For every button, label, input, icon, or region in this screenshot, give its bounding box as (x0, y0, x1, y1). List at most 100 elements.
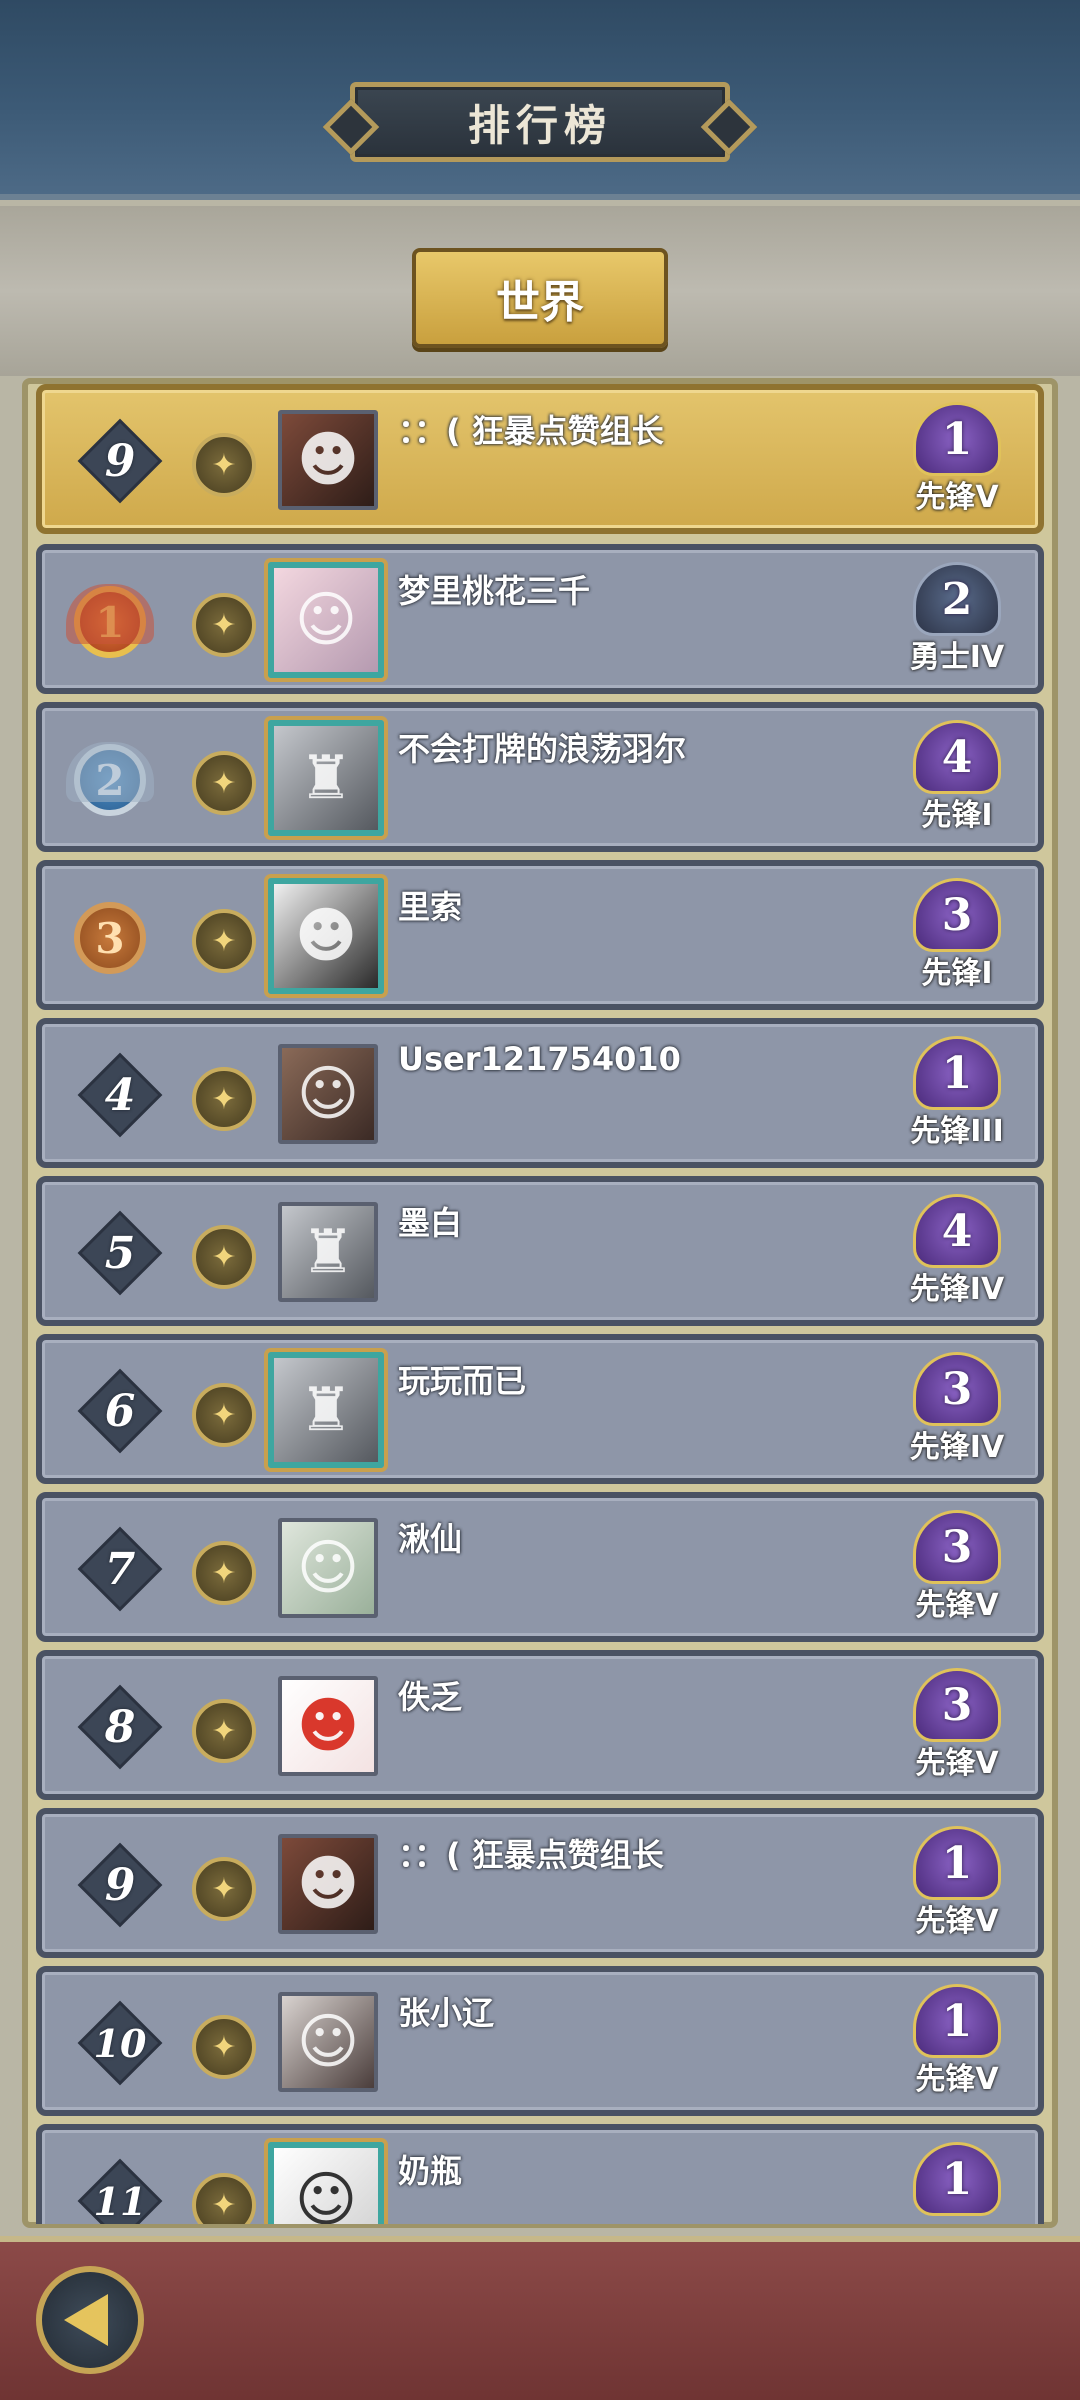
table-row[interactable]: 4 ✦ ☺ User121754010 1 先锋III (36, 1018, 1044, 1168)
tier-crest-icon: 3 (913, 1668, 1001, 1742)
rank-badge: 4 (82, 1057, 158, 1133)
avatar[interactable]: ☺ (268, 562, 384, 678)
table-row[interactable]: 2 ✦ ♜ 不会打牌的浪荡羽尔 4 先锋I (36, 702, 1044, 852)
tier-crest-icon: 1 (913, 1036, 1001, 1110)
tier-label: 先锋IV (909, 1272, 1005, 1307)
rank-badge: 9 (82, 423, 158, 499)
player-name: ：：( 狂暴点赞组长 (398, 1836, 664, 1874)
avatar[interactable]: ☺ (278, 1518, 378, 1618)
tier-badge: 1 先锋V (902, 1826, 1012, 1946)
back-button[interactable] (36, 2266, 144, 2374)
tier-label: 先锋IV (909, 1430, 1005, 1465)
player-name: 佚乏 (398, 1678, 463, 1716)
laurel-emblem-icon: ✦ (192, 433, 256, 497)
player-name: 里索 (398, 888, 463, 926)
tier-label: 勇士IV (909, 640, 1005, 675)
tier-crest-icon: 4 (913, 720, 1001, 794)
tier-badge: 1 (902, 2142, 1012, 2224)
avatar[interactable]: ☺ (278, 1992, 378, 2092)
tier-badge: 1 先锋V (902, 1984, 1012, 2104)
player-name: 湫仙 (398, 1520, 463, 1558)
avatar[interactable]: ☻ (278, 1834, 378, 1934)
avatar[interactable]: ☻ (268, 878, 384, 994)
tier-label: 先锋V (915, 480, 999, 515)
table-row[interactable]: 10 ✦ ☺ 张小辽 1 先锋V (36, 1966, 1044, 2116)
avatar[interactable]: ☻ (278, 1676, 378, 1776)
tier-badge: 3 先锋IV (902, 1352, 1012, 1472)
laurel-emblem-icon: ✦ (192, 1857, 256, 1921)
tier-crest-icon: 4 (913, 1194, 1001, 1268)
table-row[interactable]: 1 ✦ ☺ 梦里桃花三千 2 勇士IV (36, 544, 1044, 694)
tier-label: 先锋V (915, 2062, 999, 2097)
avatar[interactable]: ♜ (268, 1352, 384, 1468)
tier-crest-icon: 1 (913, 2142, 1001, 2216)
tier-crest-icon: 1 (913, 1826, 1001, 1900)
title-plate: 排行榜 (350, 82, 730, 162)
rank-badge: 5 (82, 1215, 158, 1291)
bronze-medal-icon: 3 (60, 888, 160, 988)
tier-crest-icon: 2 (913, 562, 1001, 636)
avatar[interactable]: ☺ (268, 2142, 384, 2224)
player-name: 墨白 (398, 1204, 463, 1242)
back-arrow-icon (64, 2294, 108, 2346)
tier-badge: 1 先锋V (902, 402, 1012, 522)
tier-label: 先锋I (921, 956, 993, 991)
tier-label: 先锋V (915, 1904, 999, 1939)
tier-crest-icon: 1 (913, 1984, 1001, 2058)
laurel-emblem-icon: ✦ (192, 1541, 256, 1605)
tab-world[interactable]: 世界 (412, 248, 668, 348)
avatar[interactable]: ☺ (278, 1044, 378, 1144)
rank-badge: 8 (82, 1689, 158, 1765)
silver-medal-icon: 2 (60, 730, 160, 830)
table-row[interactable]: 5 ✦ ♜ 墨白 4 先锋IV (36, 1176, 1044, 1326)
table-row[interactable]: 7 ✦ ☺ 湫仙 3 先锋V (36, 1492, 1044, 1642)
tier-crest-icon: 3 (913, 1352, 1001, 1426)
tier-badge: 3 先锋V (902, 1510, 1012, 1630)
rank-badge: 10 (82, 2005, 158, 2081)
avatar[interactable]: ☻ (278, 410, 378, 510)
player-name: 张小辽 (398, 1994, 495, 2032)
my-rank-row[interactable]: 9 ✦ ☻ ：：( 狂暴点赞组长 1 先锋V (36, 384, 1044, 534)
rank-badge: 7 (82, 1531, 158, 1607)
laurel-emblem-icon: ✦ (192, 751, 256, 815)
player-name: 奶瓶 (398, 2152, 463, 2190)
laurel-emblem-icon: ✦ (192, 1383, 256, 1447)
player-name: 梦里桃花三千 (398, 572, 591, 610)
player-name: User121754010 (398, 1040, 681, 1078)
leaderboard-list[interactable]: 9 ✦ ☻ ：：( 狂暴点赞组长 1 先锋V 1 ✦ ☺ 梦里桃花三千 2 勇士… (30, 384, 1050, 2224)
tier-crest-icon: 1 (913, 402, 1001, 476)
avatar[interactable]: ♜ (278, 1202, 378, 1302)
laurel-emblem-icon: ✦ (192, 1067, 256, 1131)
table-row[interactable]: 3 ✦ ☻ 里索 3 先锋I (36, 860, 1044, 1010)
laurel-emblem-icon: ✦ (192, 909, 256, 973)
tier-badge: 1 先锋III (902, 1036, 1012, 1156)
tier-crest-icon: 3 (913, 1510, 1001, 1584)
gold-medal-icon: 1 (60, 572, 160, 672)
laurel-emblem-icon: ✦ (192, 2173, 256, 2224)
header: 排行榜 (0, 0, 1080, 200)
tier-badge: 3 先锋V (902, 1668, 1012, 1788)
footer-bar (0, 2236, 1080, 2400)
tier-label: 先锋V (915, 1746, 999, 1781)
rank-badge: 6 (82, 1373, 158, 1449)
table-row[interactable]: 8 ✦ ☻ 佚乏 3 先锋V (36, 1650, 1044, 1800)
player-name: 玩玩而已 (398, 1362, 527, 1400)
tier-label: 先锋V (915, 1588, 999, 1623)
table-row[interactable]: 6 ✦ ♜ 玩玩而已 3 先锋IV (36, 1334, 1044, 1484)
tier-badge: 4 先锋IV (902, 1194, 1012, 1314)
laurel-emblem-icon: ✦ (192, 593, 256, 657)
table-row[interactable]: 11 ✦ ☺ 奶瓶 1 (36, 2124, 1044, 2224)
laurel-emblem-icon: ✦ (192, 1225, 256, 1289)
player-name: ：：( 狂暴点赞组长 (398, 412, 664, 450)
laurel-emblem-icon: ✦ (192, 1699, 256, 1763)
tier-crest-icon: 3 (913, 878, 1001, 952)
rank-badge: 11 (82, 2163, 158, 2224)
tier-label: 先锋III (910, 1114, 1004, 1149)
page-title: 排行榜 (467, 100, 612, 150)
tab-world-label: 世界 (496, 277, 584, 328)
avatar[interactable]: ♜ (268, 720, 384, 836)
tier-badge: 2 勇士IV (902, 562, 1012, 682)
laurel-emblem-icon: ✦ (192, 2015, 256, 2079)
player-name: 不会打牌的浪荡羽尔 (398, 730, 687, 768)
table-row[interactable]: 9 ✦ ☻ ：：( 狂暴点赞组长 1 先锋V (36, 1808, 1044, 1958)
